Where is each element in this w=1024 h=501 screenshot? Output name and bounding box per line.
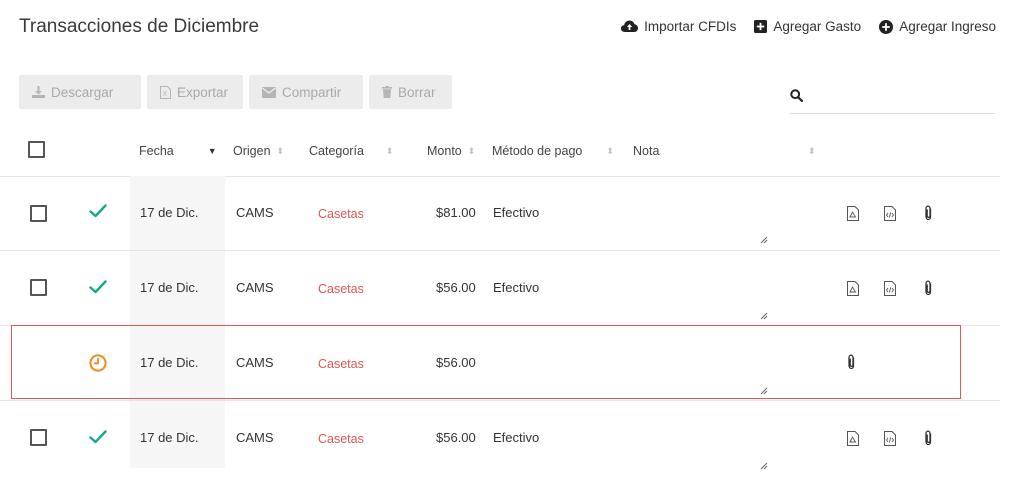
row-date: 17 de Dic. bbox=[140, 430, 199, 445]
excel-icon: X bbox=[160, 85, 171, 99]
row-amount: $56.00 bbox=[436, 430, 476, 445]
page-title: Transacciones de Diciembre bbox=[19, 16, 260, 37]
row-payment-method[interactable]: Efectivo bbox=[493, 280, 539, 295]
row-payment-method[interactable]: Efectivo bbox=[493, 430, 539, 445]
plus-square-icon bbox=[754, 20, 768, 33]
download-label: Descargar bbox=[51, 84, 114, 100]
table-row[interactable]: 17 de Dic. CAMS Casetas $81.00 Efectivo bbox=[0, 176, 1000, 251]
envelope-icon bbox=[262, 86, 276, 98]
add-expense-label: Agregar Gasto bbox=[773, 19, 862, 34]
resize-handle-icon[interactable] bbox=[760, 232, 768, 247]
xml-file-icon[interactable] bbox=[884, 431, 896, 449]
row-category[interactable]: Casetas bbox=[318, 282, 364, 296]
row-category[interactable]: Casetas bbox=[318, 357, 364, 371]
row-amount: $81.00 bbox=[436, 205, 476, 220]
paperclip-icon[interactable] bbox=[924, 430, 933, 449]
row-checkbox[interactable] bbox=[30, 429, 47, 446]
paperclip-icon[interactable] bbox=[924, 205, 933, 224]
resize-handle-icon[interactable] bbox=[760, 308, 768, 323]
row-checkbox[interactable] bbox=[30, 205, 47, 222]
column-origen-label: Origen bbox=[233, 144, 271, 158]
sort-desc-icon: ▼ bbox=[207, 146, 217, 156]
row-origin: CAMS bbox=[236, 205, 274, 220]
delete-button[interactable]: Borrar bbox=[369, 75, 452, 109]
table-row[interactable]: 17 de Dic. CAMS Casetas $56.00 Efectivo bbox=[0, 251, 1000, 326]
sort-icon: ⬍ bbox=[276, 145, 285, 156]
check-icon bbox=[89, 280, 107, 297]
delete-label: Borrar bbox=[398, 84, 436, 100]
paperclip-icon[interactable] bbox=[924, 280, 933, 299]
header-actions: Importar CFDIs Agregar Gasto Agregar Ing… bbox=[621, 19, 996, 34]
cloud-upload-icon bbox=[621, 20, 639, 33]
row-amount: $56.00 bbox=[436, 280, 476, 295]
row-amount: $56.00 bbox=[436, 355, 476, 370]
column-monto[interactable]: Monto ⬍ bbox=[427, 144, 475, 158]
column-nota[interactable]: Nota bbox=[633, 144, 659, 158]
import-cfdis-button[interactable]: Importar CFDIs bbox=[621, 19, 736, 34]
pdf-file-icon[interactable] bbox=[847, 431, 859, 449]
column-nota-label: Nota bbox=[633, 144, 660, 158]
search-icon bbox=[790, 89, 804, 107]
download-button[interactable]: Descargar bbox=[19, 75, 141, 109]
column-fecha-label: Fecha bbox=[139, 144, 174, 158]
row-origin: CAMS bbox=[236, 430, 274, 445]
resize-handle-icon[interactable] bbox=[760, 383, 768, 398]
column-metodo[interactable]: Método de pago ⬍ bbox=[492, 144, 614, 158]
check-icon bbox=[89, 430, 107, 447]
pdf-file-icon[interactable] bbox=[847, 206, 859, 224]
download-icon bbox=[32, 86, 45, 98]
table-row[interactable]: 17 de Dic. CAMS Casetas $56.00 Efectivo bbox=[0, 401, 1000, 470]
pdf-file-icon[interactable] bbox=[847, 281, 859, 299]
add-expense-button[interactable]: Agregar Gasto bbox=[754, 19, 861, 34]
column-metodo-label: Método de pago bbox=[492, 144, 583, 158]
sort-icon: ⬍ bbox=[467, 145, 476, 156]
column-categoria[interactable]: Categoría ⬍ bbox=[309, 144, 393, 158]
resize-handle-icon[interactable] bbox=[760, 458, 768, 473]
trash-icon bbox=[382, 86, 392, 98]
column-fecha[interactable]: Fecha ▼ bbox=[139, 144, 217, 158]
plus-circle-icon bbox=[879, 19, 894, 34]
select-all-checkbox[interactable] bbox=[28, 141, 45, 158]
sort-icon: ⬍ bbox=[808, 146, 816, 156]
xml-file-icon[interactable] bbox=[884, 206, 896, 224]
search-box[interactable] bbox=[790, 83, 995, 114]
xml-file-icon[interactable] bbox=[884, 281, 896, 299]
share-button[interactable]: Compartir bbox=[249, 75, 363, 109]
table-header: Fecha ▼ Origen ⬍ Categoría ⬍ Monto ⬍ Mét… bbox=[0, 132, 1000, 177]
row-date: 17 de Dic. bbox=[140, 355, 199, 370]
row-category[interactable]: Casetas bbox=[318, 207, 364, 221]
row-date: 17 de Dic. bbox=[140, 205, 199, 220]
column-monto-label: Monto bbox=[427, 144, 462, 158]
export-label: Exportar bbox=[177, 84, 229, 100]
export-button[interactable]: X Exportar bbox=[147, 75, 243, 109]
row-origin: CAMS bbox=[236, 355, 274, 370]
share-label: Compartir bbox=[282, 84, 342, 100]
clock-icon bbox=[89, 354, 107, 375]
row-checkbox[interactable] bbox=[30, 279, 47, 296]
row-category[interactable]: Casetas bbox=[318, 432, 364, 446]
bulk-actions-toolbar: Descargar X Exportar Compartir Borrar bbox=[19, 75, 452, 109]
sort-icon: ⬍ bbox=[385, 145, 394, 156]
column-origen[interactable]: Origen ⬍ bbox=[233, 144, 284, 158]
import-cfdis-label: Importar CFDIs bbox=[644, 19, 737, 34]
row-date: 17 de Dic. bbox=[140, 280, 199, 295]
row-origin: CAMS bbox=[236, 280, 274, 295]
add-income-button[interactable]: Agregar Ingreso bbox=[879, 19, 996, 34]
table-row-pending[interactable]: 17 de Dic. CAMS Casetas $56.00 bbox=[0, 326, 1000, 401]
column-categoria-label: Categoría bbox=[309, 144, 364, 158]
row-payment-method[interactable]: Efectivo bbox=[493, 205, 539, 220]
paperclip-icon[interactable] bbox=[847, 354, 856, 373]
check-icon bbox=[89, 204, 107, 221]
sort-icon: ⬍ bbox=[606, 145, 614, 156]
svg-text:X: X bbox=[163, 91, 168, 98]
add-income-label: Agregar Ingreso bbox=[899, 19, 996, 34]
